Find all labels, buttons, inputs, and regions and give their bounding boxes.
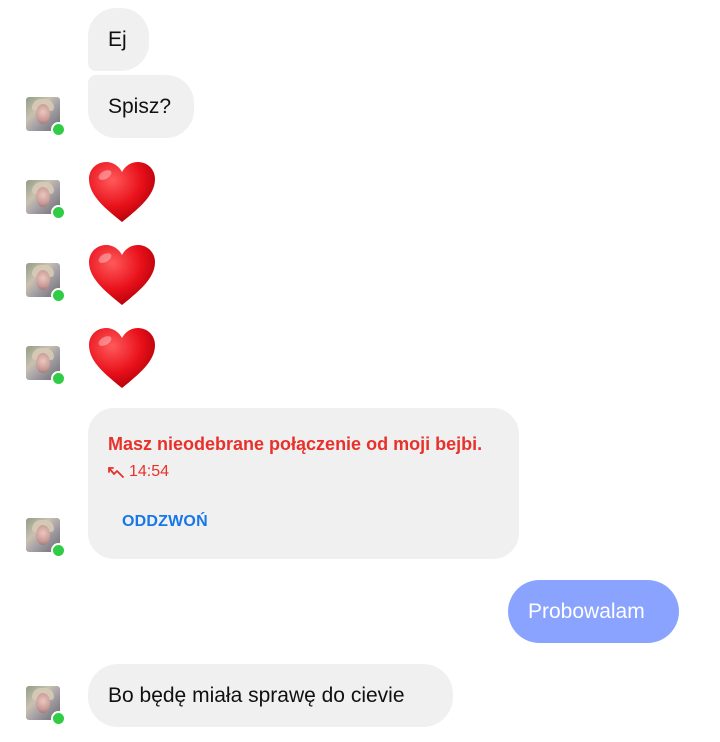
online-status-dot <box>51 205 66 220</box>
heart-emoji-icon[interactable] <box>87 160 157 226</box>
heart-emoji-icon[interactable] <box>87 326 157 392</box>
avatar-face <box>36 187 50 207</box>
message-text: Spisz? <box>108 95 172 118</box>
missed-call-arrow-icon <box>108 467 124 478</box>
heart-emoji-icon[interactable] <box>87 243 157 309</box>
contact-avatar[interactable] <box>26 263 66 303</box>
online-status-dot <box>51 371 66 386</box>
missed-call-time: 14:54 <box>129 463 170 480</box>
message-text: Ej <box>108 28 127 51</box>
online-status-dot <box>51 122 66 137</box>
online-status-dot <box>51 288 66 303</box>
message-text: Probowalam <box>528 600 645 623</box>
contact-avatar[interactable] <box>26 346 66 386</box>
avatar-face <box>36 525 50 545</box>
online-status-dot <box>51 543 66 558</box>
avatar-face <box>36 104 50 124</box>
call-back-button[interactable]: ODDZWOŃ <box>122 514 208 530</box>
missed-call-card: Masz nieodebrane połączenie od moji bejb… <box>88 408 519 559</box>
contact-avatar[interactable] <box>26 180 66 220</box>
avatar-face <box>36 353 50 373</box>
missed-call-title: Masz nieodebrane połączenie od moji bejb… <box>108 434 483 454</box>
avatar-face <box>36 693 50 713</box>
incoming-message-bubble[interactable]: Spisz? <box>88 75 194 138</box>
incoming-message-bubble[interactable]: Bo będę miała sprawę do cievie <box>88 664 453 727</box>
avatar-face <box>36 270 50 290</box>
contact-avatar[interactable] <box>26 97 66 137</box>
contact-avatar[interactable] <box>26 518 66 558</box>
outgoing-message-bubble[interactable]: Probowalam <box>508 580 679 643</box>
online-status-dot <box>51 711 66 726</box>
missed-call-time-row: 14:54 <box>108 464 169 480</box>
contact-avatar[interactable] <box>26 686 66 726</box>
incoming-message-bubble[interactable]: Ej <box>88 8 149 71</box>
message-text: Bo będę miała sprawę do cievie <box>108 684 405 707</box>
